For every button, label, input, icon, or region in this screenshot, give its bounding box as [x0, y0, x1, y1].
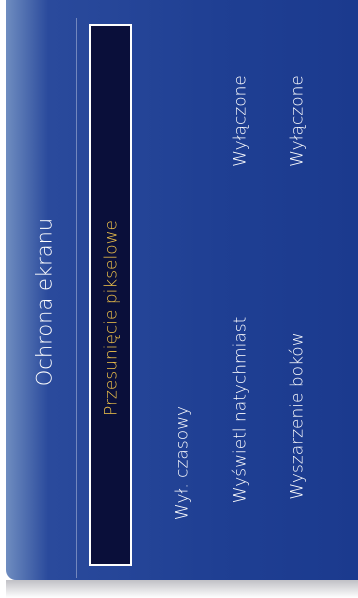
tv-menu-screen: Ochrona ekranu Przesunięcie pikselowe Wy… [0, 0, 358, 598]
menu-item-side-gray-value: Wyłączone [287, 75, 308, 167]
menu-item-immediate-display-label[interactable]: Wyświetl natychmiast [231, 317, 251, 504]
menu-item-pixel-shift-label: Przesunięcie pikselowe [101, 219, 122, 417]
menu-item-timer-off-label[interactable]: Wył. czasowy [173, 406, 193, 520]
menu-item-immediate-display-value: Wyłączone [230, 75, 251, 167]
menu-title: Ochrona ekranu [32, 217, 57, 387]
title-divider [76, 18, 77, 578]
menu-item-side-gray-label[interactable]: Wyszarzenie boków [288, 332, 308, 499]
panel-shadow [6, 580, 358, 598]
